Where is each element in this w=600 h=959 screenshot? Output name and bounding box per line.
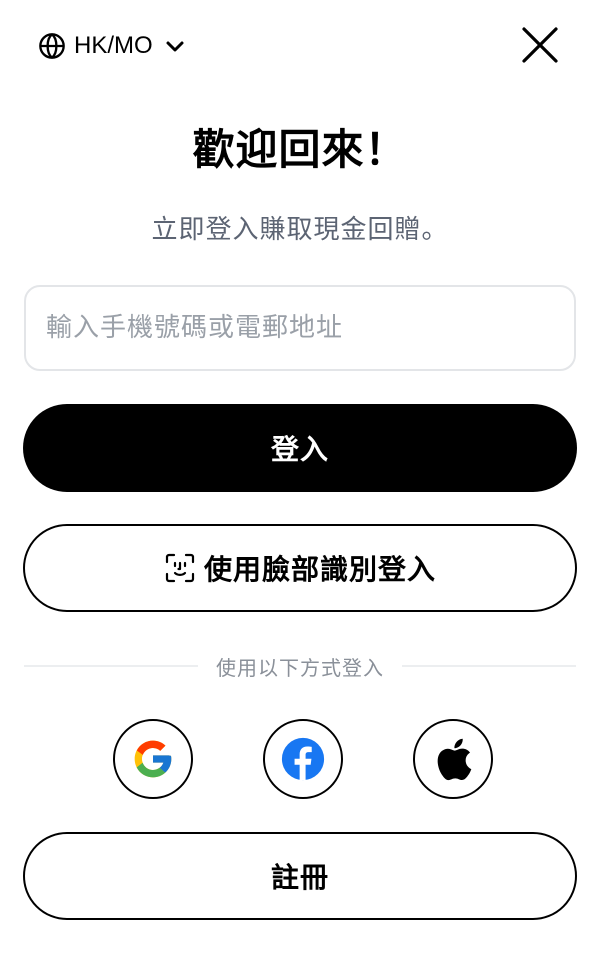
region-selector[interactable]: HK/MO [38, 28, 187, 64]
globe-icon [39, 33, 65, 59]
google-login-button[interactable] [113, 719, 193, 799]
facebook-icon [281, 737, 325, 781]
face-id-login-button[interactable]: 使用臉部識別登入 [23, 524, 577, 612]
login-button[interactable]: 登入 [23, 404, 577, 492]
divider-line-right [402, 665, 576, 667]
facebook-login-button[interactable] [263, 719, 343, 799]
register-button[interactable]: 註冊 [23, 832, 577, 920]
divider-line-left [24, 665, 198, 667]
close-icon [522, 27, 558, 63]
face-id-login-label: 使用臉部識別登入 [203, 553, 436, 586]
google-icon [134, 740, 172, 778]
login-options-divider: 使用以下方式登入 [24, 650, 576, 682]
apple-icon [437, 738, 472, 781]
apple-login-button[interactable] [413, 719, 493, 799]
page-subtitle: 立即登入賺取現金回贈。 [151, 215, 449, 245]
close-button[interactable] [516, 24, 564, 66]
region-label: HK/MO [74, 32, 153, 59]
phone-email-input[interactable] [24, 285, 576, 371]
page-title: 歡迎回來！ [192, 125, 408, 174]
divider-text: 使用以下方式登入 [216, 655, 384, 680]
chevron-down-icon [166, 41, 184, 52]
face-id-icon [165, 553, 195, 583]
